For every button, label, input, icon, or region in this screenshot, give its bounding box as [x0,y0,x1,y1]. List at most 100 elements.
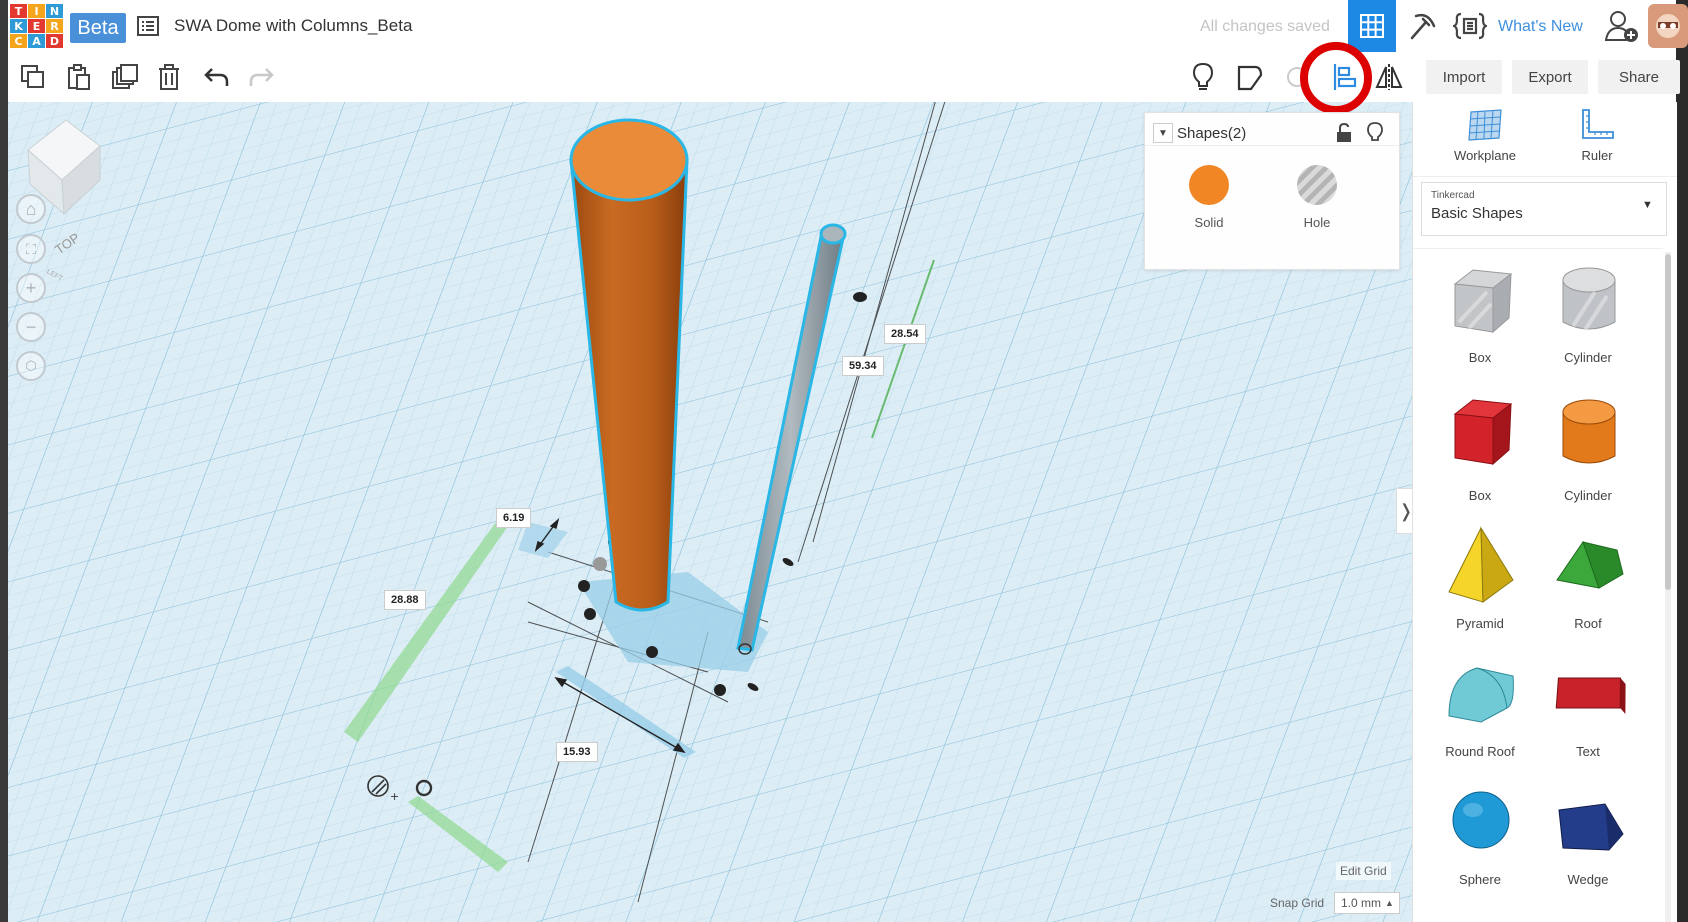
dimension-elevation[interactable]: 28.54 [884,324,926,344]
export-button[interactable]: Export [1512,60,1588,94]
logo-letter: C [10,34,27,48]
import-button[interactable]: Import [1426,60,1502,94]
chevron-down-icon: ▼ [1642,199,1653,211]
shape-sphere[interactable]: Sphere [1425,774,1535,894]
shape-label: Wedge [1567,872,1609,887]
shape-label: Cylinder [1564,488,1612,503]
dimension-depth[interactable]: 15.93 [556,742,598,762]
copy-button[interactable] [16,60,50,94]
shape-inspector-panel: ▼ Shapes(2) Solid Hole [1144,112,1400,270]
home-icon: ⌂ [25,198,37,219]
shape-label: Text [1576,744,1600,759]
add-user-icon [1604,11,1638,42]
workplane-label: Workplane [1454,148,1516,163]
shape-box-gray[interactable]: Box [1425,252,1535,372]
shape-cylinder-orange[interactable]: Cylinder [1533,390,1643,510]
dimension-height[interactable]: 59.34 [842,356,884,376]
notes-button[interactable] [1186,60,1220,94]
shape-roof[interactable]: Roof [1533,518,1643,638]
svg-text:+: + [390,790,399,803]
divider [1413,248,1663,249]
logo-letter: R [46,19,63,33]
paste-button[interactable] [62,60,96,94]
shapes-bubble-button[interactable] [1232,60,1266,94]
project-title[interactable]: SWA Dome with Columns_Beta [174,16,412,36]
mirror-icon [1375,64,1403,90]
codeblocks-view-button[interactable] [1448,4,1492,48]
divider [1145,145,1399,146]
undo-icon [204,68,229,86]
duplicate-icon [112,64,138,89]
beta-badge: Beta [70,13,126,43]
solid-swatch[interactable] [1189,165,1229,205]
shape-library-select[interactable]: Tinkercad Basic Shapes ▼ [1421,182,1667,236]
shape-text[interactable]: Text [1533,646,1643,766]
duplicate-button[interactable] [108,60,142,94]
perspective-button[interactable]: ⬡ [16,351,46,381]
logo-letter: D [46,34,63,48]
home-view-button[interactable]: ⌂ [16,194,46,224]
plus-icon: + [25,277,37,298]
chevron-down-icon: ▼ [1158,127,1168,139]
shapes-count-title: Shapes(2) [1177,125,1247,142]
3d-design-view-button[interactable] [1348,0,1396,52]
redo-button[interactable] [244,60,278,94]
library-name: Basic Shapes [1431,205,1523,222]
library-scrollbar-thumb[interactable] [1665,254,1671,590]
shape-box-red[interactable]: Box [1425,390,1535,510]
logo-letter: A [28,34,45,48]
design-list-icon[interactable] [136,14,160,38]
copy-icon [21,65,44,88]
hole-swatch[interactable] [1297,165,1337,205]
save-status: All changes saved [1200,18,1330,35]
logo-letter: T [10,4,27,18]
shape-pyramid[interactable]: Pyramid [1425,518,1535,638]
undo-button[interactable] [200,60,234,94]
minus-icon: − [25,316,37,337]
round-roof-icon [1448,667,1514,723]
dimension-width[interactable]: 6.19 [496,508,532,528]
mirror-button[interactable] [1372,60,1406,94]
text-icon [1555,677,1626,714]
shape-cylinder-gray[interactable]: Cylinder [1533,252,1643,372]
workplane-button[interactable]: Workplane [1454,108,1516,170]
zoom-in-button[interactable]: + [16,273,46,303]
ruler-label: Ruler [1581,148,1613,163]
shape-label: Box [1468,488,1492,503]
lightbulb-icon [1192,62,1214,90]
edit-grid-button[interactable]: Edit Grid [1336,862,1391,880]
invite-user-button[interactable] [1602,6,1642,46]
share-button[interactable]: Share [1598,60,1680,94]
shape-round-roof[interactable]: Round Roof [1425,646,1535,766]
caret-icon: ▲ [1385,898,1394,908]
shape-label: Sphere [1459,872,1501,887]
delete-button[interactable] [152,60,186,94]
whats-new-link[interactable]: What's New [1498,18,1583,36]
logo-letter: N [46,4,63,18]
snap-grid-select[interactable]: 1.0 mm ▲ [1334,892,1400,914]
tinkercad-logo[interactable]: T I N K E R C A D [10,4,64,48]
ruler-button[interactable]: Ruler [1567,108,1627,170]
blocks-view-button[interactable] [1400,4,1444,48]
snap-grid-label: Snap Grid [1270,896,1325,910]
window-left-edge [0,0,8,922]
shape-wedge[interactable]: Wedge [1533,774,1643,894]
shape-label: Roof [1574,616,1602,631]
shape-label: Box [1468,350,1492,365]
note-shape-icon [1237,65,1263,91]
solid-label: Solid [1194,215,1224,230]
annotation-circle [1300,42,1372,114]
wedge-icon [1558,803,1624,851]
edit-toolbar: Import Export Share [8,52,1680,103]
lightbulb-icon [1367,122,1383,141]
zoom-out-button[interactable]: − [16,312,46,342]
dimension-length[interactable]: 28.88 [384,590,426,610]
divider [1413,176,1677,177]
workplane-icon [1468,109,1502,141]
fit-view-button[interactable]: ⛶ [16,234,46,264]
redo-icon [249,68,274,86]
user-avatar[interactable] [1648,4,1688,48]
fit-icon: ⛶ [26,240,36,257]
library-source: Tinkercad [1431,190,1475,201]
collapse-inspector-button[interactable]: ▼ [1153,123,1173,143]
